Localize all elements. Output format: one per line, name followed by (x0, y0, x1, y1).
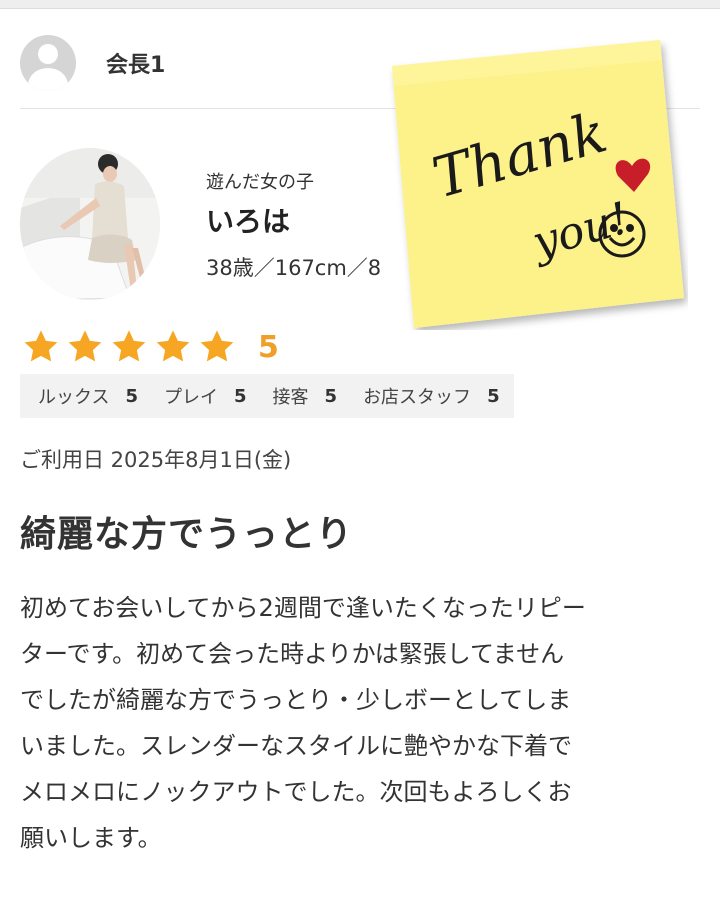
review-body-line: いました。スレンダーなスタイルに艶やかな下着で (20, 732, 572, 760)
sub-rating-service: 接客 5 (273, 383, 338, 409)
sub-ratings: ルックス 5 プレイ 5 接客 5 お店スタッフ 5 (20, 374, 514, 418)
review-body-line: 初めてお会いしてから2週間で逢いたくなったリピー (20, 594, 586, 622)
review-body-line: メロメロにノックアウトでした。次回もよろしくお (20, 778, 572, 806)
girl-name[interactable]: いろは (206, 200, 290, 240)
girl-section-label: 遊んだ女の子 (206, 172, 314, 193)
review-body-line: ターです。初めて会った時よりかは緊張してません (20, 640, 565, 668)
sub-rating-value: 5 (125, 385, 138, 407)
sub-rating-looks: ルックス 5 (38, 383, 138, 409)
girl-stats: 38歳／167cm／8 (206, 256, 382, 280)
review-body-line: でしたが綺麗な方でうっとり・少しボーとしてしま (20, 686, 572, 714)
rating-score: 5 (258, 329, 279, 365)
review-body: 初めてお会いしてから2週間で逢いたくなったリピー ターです。初めて会った時よりか… (20, 585, 700, 861)
girl-photo[interactable] (20, 148, 160, 300)
sub-rating-value: 5 (324, 385, 338, 407)
star-icon (156, 330, 190, 362)
sub-rating-staff: お店スタッフ 5 (363, 383, 500, 409)
user-silhouette-icon (20, 35, 76, 91)
visit-date: ご利用日 2025年8月1日(金) (20, 448, 292, 472)
review-body-line: 願いします。 (20, 824, 162, 852)
star-icon (24, 330, 58, 362)
star-icon (68, 330, 102, 362)
star-rating: 5 (22, 326, 279, 368)
reviewer-name[interactable]: 会長1 (106, 47, 165, 79)
sub-rating-label: お店スタッフ (363, 387, 472, 408)
sub-rating-value: 5 (487, 385, 500, 407)
star-icon (200, 330, 234, 362)
sub-rating-label: ルックス (38, 387, 110, 408)
review-title: 綺麗な方でうっとり (20, 514, 354, 555)
star-icon (112, 330, 146, 362)
thank-you-sticky-note: Thank you! (388, 40, 688, 330)
sub-rating-label: 接客 (272, 387, 309, 408)
sub-rating-value: 5 (234, 385, 247, 407)
sub-rating-label: プレイ (164, 387, 218, 408)
top-divider (0, 0, 720, 9)
sub-rating-play: プレイ 5 (164, 383, 247, 409)
